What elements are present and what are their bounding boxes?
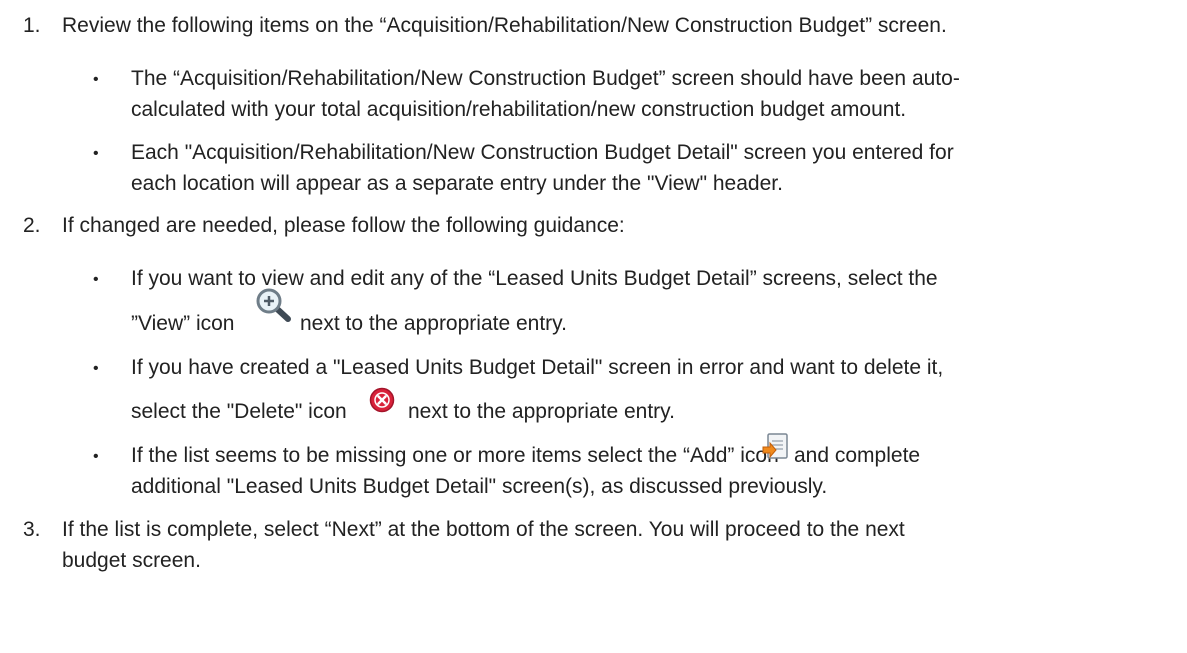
- step-2-bullet-2-line-1: If you have created a "Leased Units Budg…: [131, 356, 944, 379]
- step-2-bullet-1-line-2b: next to the appropriate entry.: [300, 312, 567, 335]
- step-2-number: 2.: [23, 214, 41, 237]
- bullet: •: [93, 71, 99, 88]
- step-2-bullet-1-line-1: If you want to view and edit any of the …: [131, 267, 938, 290]
- bullet: •: [93, 271, 99, 288]
- step-2-bullet-3-line-1a: If the list seems to be missing one or m…: [131, 444, 779, 467]
- step-2-text: If changed are needed, please follow the…: [62, 214, 625, 237]
- bullet: •: [93, 448, 99, 465]
- step-2-bullet-3-line-2: additional "Leased Units Budget Detail" …: [131, 475, 828, 498]
- step-2-bullet-3-line-1b: and complete: [794, 444, 921, 467]
- step-1-bullet-2-line-2: each location will appear as a separate …: [131, 172, 783, 195]
- step-2-bullet-2-line-2a: select the "Delete" icon: [131, 400, 347, 423]
- step-3-line-2: budget screen.: [62, 549, 201, 572]
- step-1-text: Review the following items on the “Acqui…: [62, 14, 947, 37]
- bullet: •: [93, 145, 99, 162]
- step-3-line-1: If the list is complete, select “Next” a…: [62, 518, 905, 541]
- add-document-icon: [762, 432, 790, 462]
- step-1-bullet-2-line-1: Each "Acquisition/Rehabilitation/New Con…: [131, 141, 954, 164]
- step-1-bullet-1-line-1: The “Acquisition/Rehabilitation/New Cons…: [131, 67, 960, 90]
- step-1-number: 1.: [23, 14, 41, 37]
- bullet: •: [93, 360, 99, 377]
- view-magnifier-plus-icon: [255, 287, 299, 325]
- step-2-bullet-2-line-2b: next to the appropriate entry.: [408, 400, 675, 423]
- step-1-bullet-1-line-2: calculated with your total acquisition/r…: [131, 98, 907, 121]
- delete-red-x-icon: [369, 387, 395, 413]
- step-2-bullet-1-line-2a: ”View” icon: [131, 312, 235, 335]
- step-3-number: 3.: [23, 518, 41, 541]
